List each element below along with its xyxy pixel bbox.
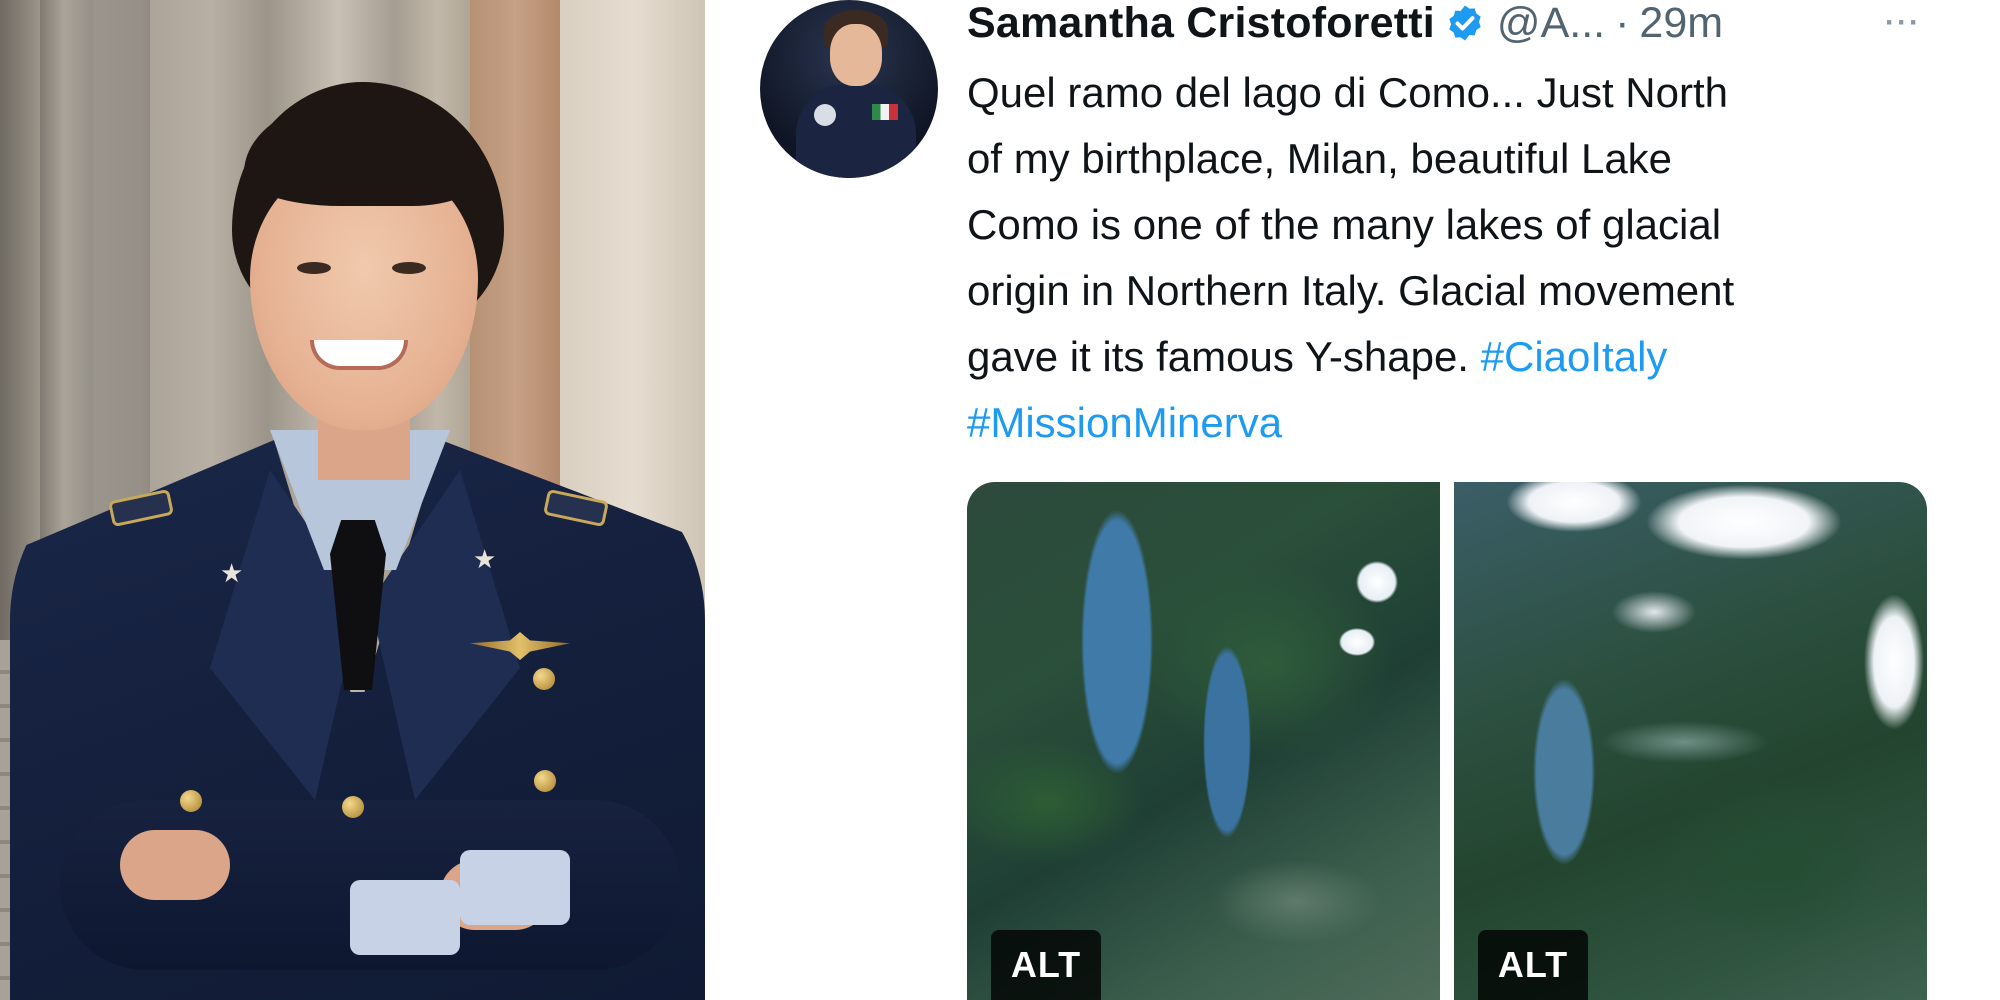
alt-text-badge[interactable]: ALT (1478, 930, 1588, 1000)
satellite-photo-lake-como-1[interactable]: ALT (967, 482, 1440, 1000)
tweet-text-line: Como is one of the many lakes of glacial (967, 201, 1722, 248)
person-in-uniform: ★ ★ (0, 0, 705, 1000)
tweet-text-line: #MissionMinerva (967, 390, 1967, 456)
tweet-text-line: gave it its famous Y-shape. #CiaoItaly (967, 324, 1967, 390)
author-handle[interactable]: @A... (1497, 0, 1605, 48)
tweet-header: Samantha Cristoforetti @A... · 29m (967, 0, 1723, 47)
hashtag-link-ciaoitaly[interactable]: #CiaoItaly (1481, 333, 1668, 380)
satellite-photo-lake-como-2[interactable]: ALT (1454, 482, 1927, 1000)
tweet-text-line: of my birthplace, Milan, beautiful Lake (967, 135, 1673, 182)
tweet-text-fragment: gave it its famous Y-shape. (967, 333, 1481, 380)
hashtag-link-missionminerva[interactable]: #MissionMinerva (967, 399, 1282, 446)
tweet-body: Quel ramo del lago di Como... Just North… (967, 60, 1967, 456)
author-name[interactable]: Samantha Cristoforetti (967, 0, 1435, 48)
verified-badge-icon (1449, 5, 1481, 41)
tweet-media-grid: ALT ALT (967, 482, 1927, 1000)
tweet-card: Samantha Cristoforetti @A... · 29m ··· Q… (705, 0, 2000, 1000)
tweet-text-line: origin in Northern Italy. Glacial moveme… (967, 267, 1735, 314)
alt-text-badge[interactable]: ALT (991, 930, 1101, 1000)
more-options-icon[interactable]: ··· (1885, 6, 1921, 40)
header-separator: · (1615, 0, 1630, 47)
portrait-photo: ★ ★ (0, 0, 705, 1000)
tweet-timestamp[interactable]: 29m (1639, 0, 1723, 48)
tweet-text-line: Quel ramo del lago di Como... Just North (967, 69, 1729, 116)
author-avatar[interactable] (760, 0, 938, 178)
